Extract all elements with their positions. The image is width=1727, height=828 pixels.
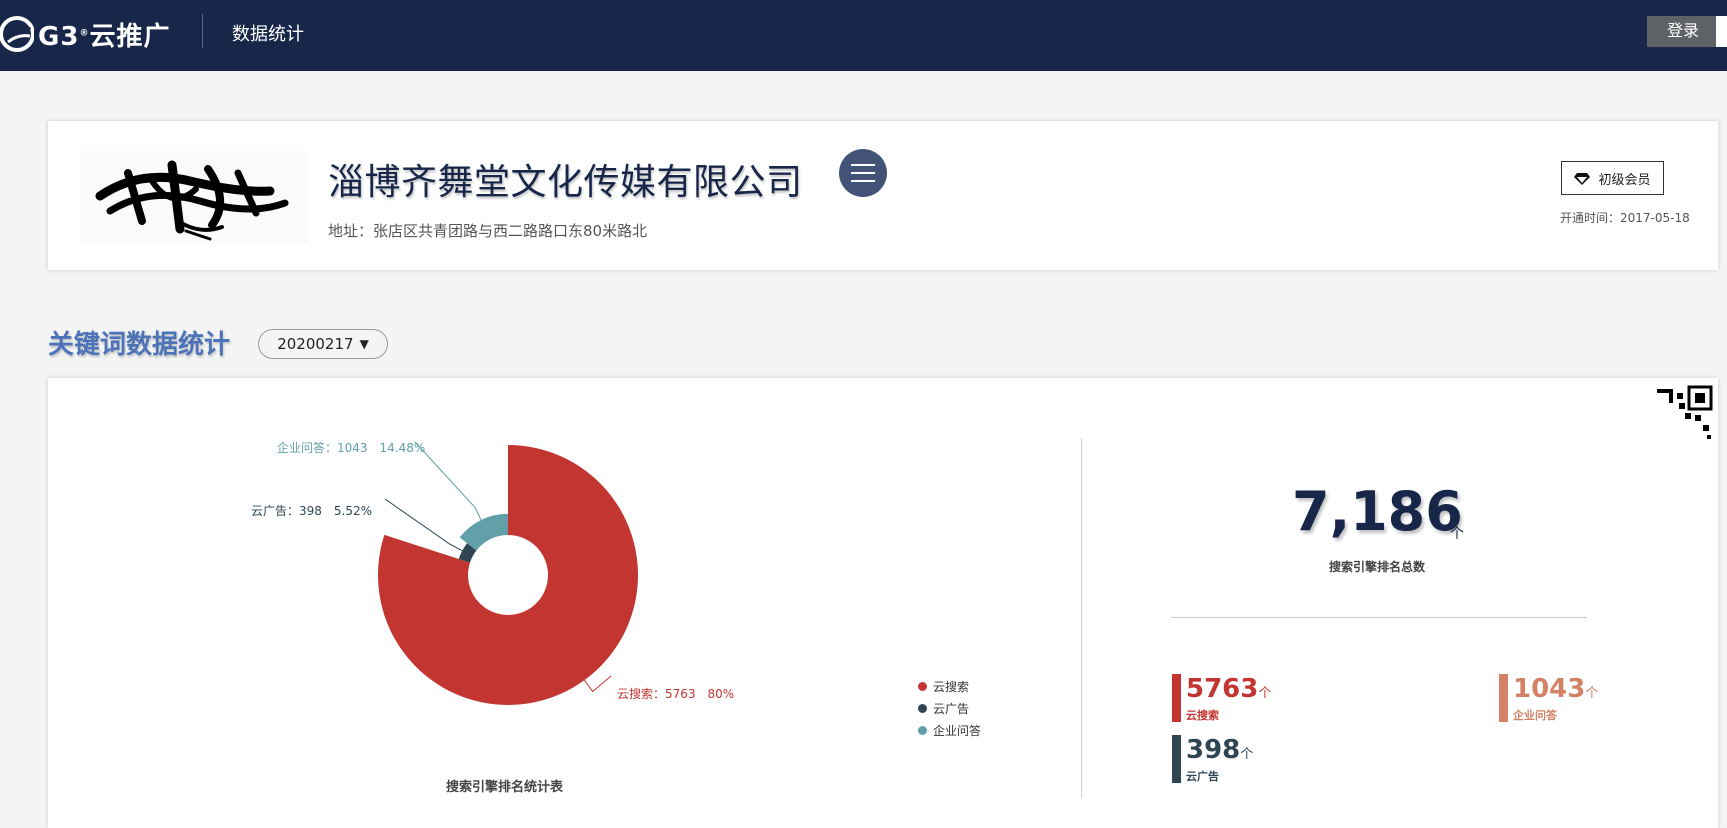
date-select[interactable]: 20200217 ▼ (258, 329, 388, 359)
stat-value: 398个 (1186, 735, 1254, 765)
company-info-card: 淄博齐舞堂文化传媒有限公司 地址：张店区共青团路与西二路路口东80米路北 初级会… (48, 121, 1718, 270)
company-logo (80, 151, 308, 243)
login-button[interactable]: 登录 (1647, 16, 1719, 47)
pie-leader-line (584, 675, 612, 693)
legend-label: 企业问答 (933, 723, 982, 738)
open-time: 开通时间：2017-05-18 (1560, 211, 1690, 225)
caret-down-icon: ▼ (359, 337, 369, 351)
header-divider (202, 14, 203, 48)
stat-qiyewenda: 1043个 企业问答 (1499, 674, 1598, 722)
stat-label: 云广告 (1186, 770, 1219, 783)
legend-swatch (918, 703, 927, 713)
legend-label: 云广告 (933, 701, 970, 716)
keyword-stats-card: 云搜索：5763 80% 云广告：398 5.52% 企业问答：1043 14.… (48, 378, 1718, 828)
stat-yunsousuo: 5763个 云搜索 (1172, 674, 1271, 722)
pie-chart (378, 441, 638, 705)
pie-label-qiyewenda: 企业问答：1043 14.48% (277, 441, 426, 455)
stat-label: 企业问答 (1513, 709, 1557, 722)
legend-item-yunguanggao[interactable]: 云广告 (918, 697, 981, 719)
pie-label-yunsousuo: 云搜索：5763 80% (617, 687, 735, 701)
legend-item-qiyewenda[interactable]: 企业问答 (918, 719, 981, 741)
menu-icon-line (851, 180, 875, 182)
stat-value: 5763个 (1186, 674, 1272, 704)
stat-color-bar (1172, 735, 1181, 783)
stat-label: 云搜索 (1186, 709, 1219, 722)
total-count-unit: 个 (1450, 526, 1464, 542)
brand-text: G3®云推广 (38, 21, 171, 52)
pie-label-yunguanggao: 云广告：398 5.52% (251, 504, 373, 518)
brand-logo-icon (0, 16, 34, 52)
date-select-value: 20200217 (277, 335, 354, 353)
brand-logo[interactable]: G3®云推广 (0, 12, 170, 56)
chart-title: 搜索引擎排名统计表 (446, 780, 564, 795)
qr-code-icon[interactable] (1655, 383, 1715, 443)
horizontal-divider (1171, 617, 1587, 618)
stat-value: 1043个 (1513, 674, 1599, 704)
chart-legend: 云搜索 云广告 企业问答 (918, 675, 981, 741)
menu-icon (851, 164, 875, 166)
vertical-divider (1081, 438, 1082, 798)
section-title-nav: 数据统计 (232, 24, 304, 45)
header-edge-block (1716, 16, 1727, 47)
total-count-label: 搜索引擎排名总数 (1329, 560, 1426, 574)
total-count-value: 7,186 (1292, 480, 1463, 543)
stat-color-bar (1172, 674, 1181, 722)
stat-yunguanggao: 398个 云广告 (1172, 735, 1253, 783)
pie-slice-yunsousuo[interactable] (378, 445, 638, 705)
member-level-badge[interactable]: 初级会员 (1561, 161, 1664, 195)
company-address: 地址：张店区共青团路与西二路路口东80米路北 (328, 222, 648, 240)
diamond-icon (1574, 172, 1591, 185)
menu-icon-line (851, 172, 875, 174)
company-name: 淄博齐舞堂文化传媒有限公司 (328, 162, 803, 203)
legend-item-yunsousuo[interactable]: 云搜索 (918, 675, 981, 697)
legend-label: 云搜索 (933, 679, 970, 694)
stat-color-bar (1499, 674, 1508, 722)
top-navigation-bar: G3®云推广 数据统计 登录 (0, 0, 1727, 71)
menu-button[interactable] (839, 149, 887, 197)
keyword-stats-title: 关键词数据统计 (48, 330, 231, 360)
legend-swatch (918, 725, 927, 735)
member-level-label: 初级会员 (1598, 172, 1651, 188)
legend-swatch (918, 681, 927, 691)
